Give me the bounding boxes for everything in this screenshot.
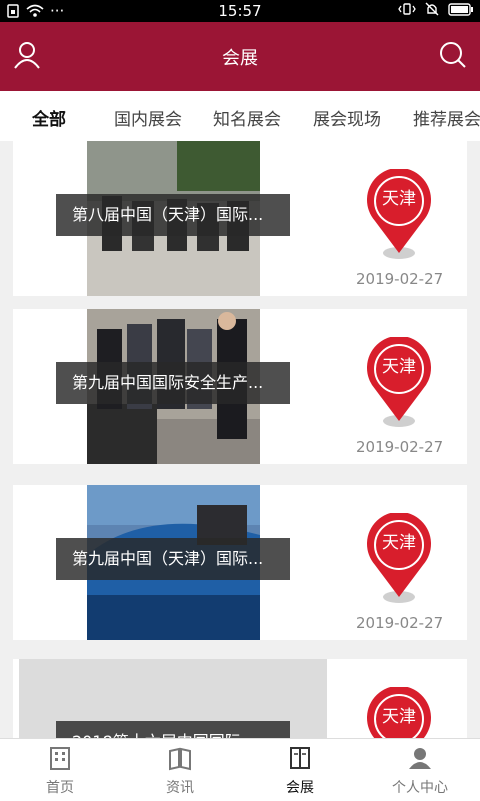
exhibition-card[interactable]: 第九届中国国际安全生产... 天津 2019-02-27 — [13, 309, 467, 464]
exhibition-card[interactable]: 第九届中国（天津）国际... 天津 2019-02-27 — [13, 485, 467, 640]
app-header: 会展 — [0, 22, 480, 91]
exhibition-title: 2018第十六届中国国际... — [56, 721, 290, 738]
exhibition-title: 第九届中国国际安全生产... — [56, 362, 290, 404]
location-pin-icon — [367, 513, 431, 603]
exhibition-date: 2019-02-27 — [356, 270, 444, 288]
vibrate-icon — [398, 3, 416, 15]
exhibition-card[interactable]: 第八届中国（天津）国际... 天津 2019-02-27 — [13, 141, 467, 296]
city-label: 天津 — [382, 533, 416, 553]
building-icon — [50, 747, 70, 770]
nav-news-label: 资讯 — [166, 780, 194, 796]
search-icon[interactable] — [438, 40, 468, 70]
page-title: 会展 — [222, 48, 258, 69]
mute-bell-icon — [425, 2, 439, 16]
person-icon — [409, 748, 431, 769]
bottom-nav: 首页 资讯 会展 个人中心 — [0, 738, 480, 801]
nav-exhibition[interactable]: 会展 — [240, 745, 360, 797]
tab-all[interactable]: 全部 — [32, 105, 66, 130]
battery-icon — [448, 2, 473, 16]
exhibition-card[interactable]: 2018第十六届中国国际... 天津 — [13, 659, 467, 738]
category-tabs: 全部 国内展会 知名展会 展会现场 推荐展会 — [0, 91, 480, 141]
city-label: 天津 — [382, 707, 416, 727]
city-label: 天津 — [382, 357, 416, 377]
exhibition-title: 第九届中国（天津）国际... — [56, 538, 290, 580]
status-bar: ··· 15:57 — [0, 0, 480, 22]
tab-famous[interactable]: 知名展会 — [213, 105, 281, 130]
exhibition-list: 第八届中国（天津）国际... 天津 2019-02-27 第九届中国国际安全生产… — [0, 141, 480, 738]
exhibition-book-icon — [290, 747, 310, 769]
nav-home[interactable]: 首页 — [0, 745, 120, 797]
nav-exhibition-label: 会展 — [286, 780, 314, 796]
book-icon — [169, 747, 191, 771]
tab-domestic[interactable]: 国内展会 — [114, 105, 182, 130]
nav-news[interactable]: 资讯 — [120, 745, 240, 797]
nav-home-label: 首页 — [46, 780, 74, 796]
nav-profile-label: 个人中心 — [392, 780, 448, 796]
tab-onsite[interactable]: 展会现场 — [313, 105, 381, 130]
location-pin-icon — [367, 169, 431, 259]
tab-recommended[interactable]: 推荐展会 — [413, 105, 480, 130]
status-right-icons — [398, 2, 474, 16]
city-label: 天津 — [382, 189, 416, 209]
location-pin-icon — [367, 337, 431, 427]
exhibition-date: 2019-02-27 — [356, 614, 444, 632]
exhibition-date: 2019-02-27 — [356, 438, 444, 456]
nav-profile[interactable]: 个人中心 — [360, 745, 480, 797]
exhibition-title: 第八届中国（天津）国际... — [56, 194, 290, 236]
